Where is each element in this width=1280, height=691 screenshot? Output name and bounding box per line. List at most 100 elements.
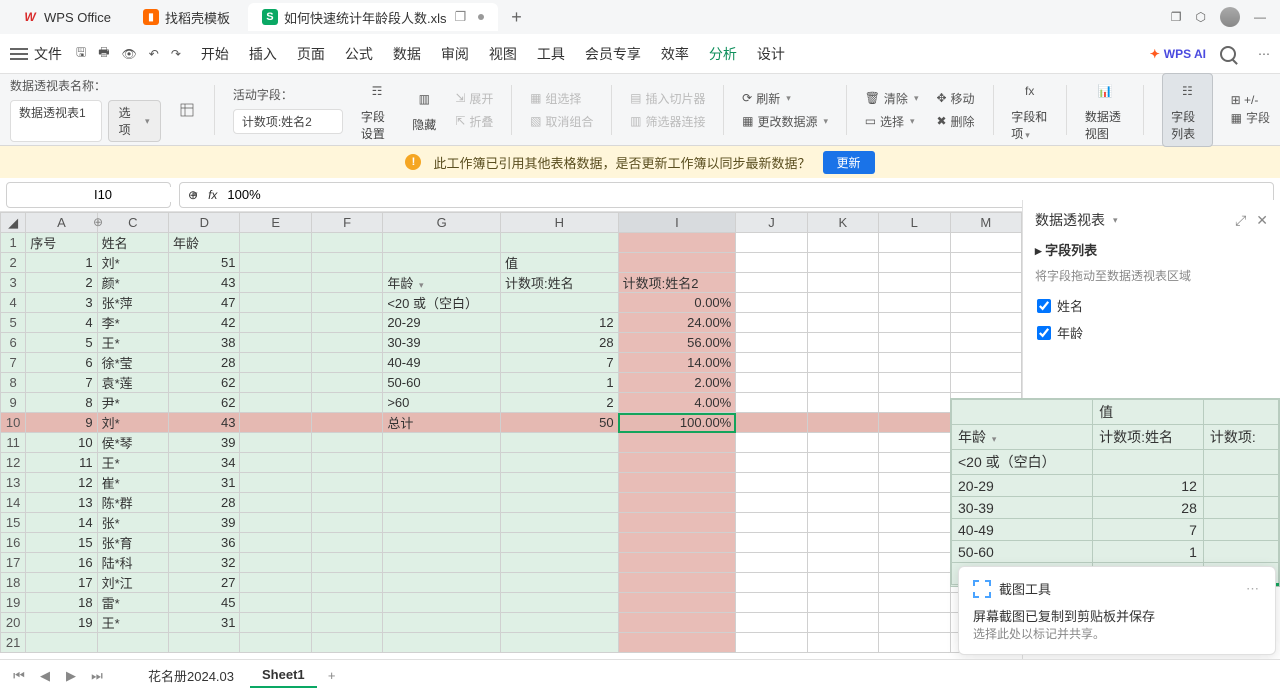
cell[interactable]: 24.00% [618,313,736,333]
filter-icon[interactable]: ▾ [419,280,424,290]
cell[interactable]: 20-29 [383,313,501,333]
cell[interactable] [879,433,950,453]
preview-icon[interactable]: 👁 [122,47,137,61]
cell[interactable] [383,613,501,633]
cell[interactable] [240,413,311,433]
refresh-button[interactable]: ⟳ 刷新▾ [742,90,828,107]
fields-opts-icon[interactable]: fx [1017,78,1043,104]
cell[interactable] [879,233,950,253]
cell[interactable]: 15 [26,533,97,553]
row-header[interactable]: 17 [1,553,26,573]
search-icon[interactable] [1220,46,1236,62]
cell[interactable] [736,433,807,453]
cell[interactable]: 张* [97,513,168,533]
cell[interactable] [618,633,736,653]
sheet-nav-prev[interactable]: ◀ [34,665,56,687]
cell[interactable]: 17 [26,573,97,593]
cell[interactable] [383,593,501,613]
cell[interactable]: 12 [26,473,97,493]
cell[interactable] [311,473,382,493]
cell[interactable] [736,493,807,513]
cell[interactable]: 徐*莹 [97,353,168,373]
cell[interactable] [311,553,382,573]
cell[interactable]: <20 或（空白） [383,293,501,313]
col-header[interactable]: D [169,213,240,233]
cell[interactable] [807,513,878,533]
col-header[interactable]: G [383,213,501,233]
menu-tab-会员专享[interactable]: 会员专享 [585,44,641,64]
cell[interactable] [879,573,950,593]
row-header[interactable]: 8 [1,373,26,393]
cell[interactable] [618,513,736,533]
tab-wps-home[interactable]: W WPS Office [8,3,125,31]
cell[interactable] [618,593,736,613]
cell[interactable] [950,353,1022,373]
cell[interactable] [500,493,618,513]
cell[interactable] [950,333,1022,353]
cell[interactable] [807,533,878,553]
cell[interactable] [383,513,501,533]
sheet-nav-last[interactable]: ⏭ [86,665,108,687]
cell[interactable] [240,393,311,413]
cell[interactable]: >60 [383,393,501,413]
menu-tab-开始[interactable]: 开始 [201,44,229,64]
cell[interactable] [240,373,311,393]
cell[interactable]: 8 [26,393,97,413]
cell[interactable] [879,493,950,513]
cell[interactable] [240,453,311,473]
cell[interactable] [383,573,501,593]
field-list-toggle[interactable]: ☷ 字段列表 [1162,73,1213,147]
cell[interactable] [807,353,878,373]
delete-button[interactable]: ✖ 删除 [936,113,974,130]
cell[interactable] [736,593,807,613]
cell[interactable] [879,473,950,493]
cell[interactable] [383,473,501,493]
cell[interactable] [736,333,807,353]
row-header[interactable]: 15 [1,513,26,533]
col-header[interactable]: M [950,213,1022,233]
cell[interactable]: 9 [26,413,97,433]
cell[interactable]: 50 [500,413,618,433]
cell[interactable]: 6 [26,353,97,373]
cell[interactable] [807,573,878,593]
cell[interactable] [383,533,501,553]
cell[interactable] [618,573,736,593]
cell[interactable] [383,493,501,513]
cell[interactable]: 39 [169,513,240,533]
menu-tab-分析[interactable]: 分析 [709,44,737,64]
cell[interactable] [311,453,382,473]
cell[interactable]: 4.00% [618,393,736,413]
cell[interactable]: 袁*莲 [97,373,168,393]
cell[interactable] [807,333,878,353]
cell[interactable] [240,593,311,613]
col-header[interactable]: F [311,213,382,233]
cell[interactable] [879,293,950,313]
clear-button[interactable]: 🗑 清除▾ [865,90,919,107]
cell[interactable]: 100.00% [618,413,736,433]
cell[interactable] [311,493,382,513]
cell[interactable]: 28 [169,353,240,373]
col-header[interactable]: E [240,213,311,233]
cell[interactable] [736,313,807,333]
cell[interactable]: 刘* [97,253,168,273]
field-checkbox[interactable] [1037,326,1051,340]
cell[interactable] [311,433,382,453]
cell[interactable] [240,573,311,593]
cell[interactable] [240,353,311,373]
menu-tab-工具[interactable]: 工具 [537,44,565,64]
column-group-icon[interactable]: ⊕ [88,212,108,232]
cell[interactable]: 张*育 [97,533,168,553]
cell[interactable] [240,313,311,333]
sheet-tab[interactable]: 花名册2024.03 [136,662,246,689]
pt-chart-icon[interactable]: 📊 [1092,78,1118,104]
cell[interactable] [807,453,878,473]
cell[interactable] [736,473,807,493]
cell[interactable]: 1 [500,373,618,393]
cell[interactable] [950,373,1022,393]
cell[interactable]: 14 [26,513,97,533]
cell[interactable]: 43 [169,273,240,293]
cube-icon[interactable]: ⬡ [1196,10,1206,24]
cell[interactable] [383,433,501,453]
cell[interactable] [311,333,382,353]
cell[interactable]: 总计 [383,413,501,433]
